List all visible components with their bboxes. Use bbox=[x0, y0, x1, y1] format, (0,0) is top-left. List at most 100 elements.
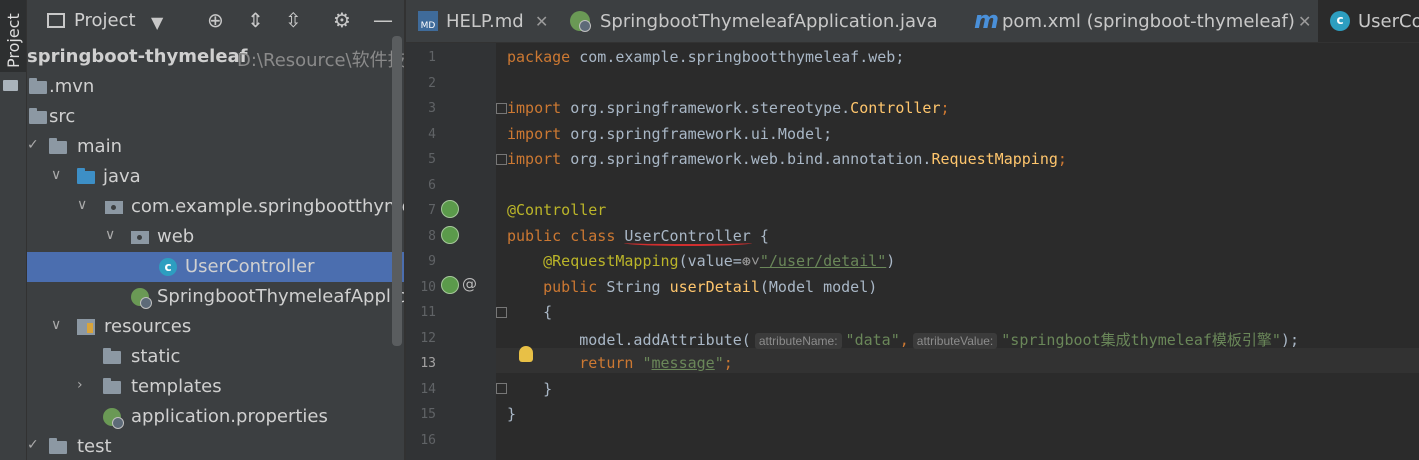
tree-item-web[interactable]: ∨ web bbox=[27, 222, 404, 252]
tree-item-test[interactable]: ✓ test bbox=[27, 432, 404, 460]
keyword: public bbox=[543, 278, 598, 296]
tab-application-java[interactable]: SpringbootThymeleafApplication.java bbox=[558, 0, 958, 42]
chevron-down-icon[interactable]: ∨ bbox=[51, 167, 61, 183]
minimize-icon[interactable]: — bbox=[373, 9, 393, 31]
brace: } bbox=[543, 380, 553, 398]
tree-item-resources[interactable]: ∨ resources bbox=[27, 312, 404, 342]
tab-pom-xml[interactable]: m pom.xml (springboot-thymeleaf) ✕ bbox=[962, 0, 1318, 42]
project-panel: Project ▼ ⊕ ⇕ ⇳ ⚙ — springboot-thymeleaf… bbox=[27, 0, 404, 460]
resources-folder-icon bbox=[77, 319, 95, 335]
string-literal[interactable]: "/user/detail" bbox=[760, 252, 886, 270]
import-class: RequestMapping bbox=[931, 150, 1058, 168]
tree-item-mvn[interactable]: .mvn bbox=[27, 72, 404, 102]
maven-icon: m bbox=[974, 6, 1000, 34]
code-line-7: @Controller bbox=[507, 201, 606, 219]
tree-item-templates[interactable]: › templates bbox=[27, 372, 404, 402]
call: model.addAttribute( bbox=[579, 331, 751, 349]
code-line-5: import org.springframework.web.bind.anno… bbox=[507, 150, 1067, 168]
project-tab-label: Project bbox=[4, 13, 23, 68]
markdown-icon: MD bbox=[418, 11, 438, 31]
tree-item-src[interactable]: src bbox=[27, 102, 404, 132]
folder-icon bbox=[49, 138, 67, 154]
globe-icon[interactable]: ⊛˅ bbox=[742, 252, 760, 270]
chevron-down-icon[interactable]: ✓ bbox=[27, 437, 39, 453]
fold-marker-icon[interactable] bbox=[496, 383, 507, 394]
tree-item-usercontroller[interactable]: c UserController bbox=[27, 252, 404, 282]
code-editor[interactable]: 1 2 3 4 5 6 7 8 9 10 11 12 13 14 15 16 @ package com.ex… bbox=[406, 43, 1419, 460]
line-number: 16 bbox=[420, 432, 436, 448]
line-number: 14 bbox=[420, 381, 436, 397]
keyword: import bbox=[507, 125, 562, 143]
project-scrollbar[interactable] bbox=[392, 36, 402, 346]
import-class: Controller bbox=[850, 99, 941, 117]
args: (value= bbox=[678, 252, 742, 270]
tree-item-label: resources bbox=[104, 316, 192, 337]
code-line-4: import org.springframework.ui.Model; bbox=[507, 125, 832, 143]
line-number: 5 bbox=[428, 152, 436, 167]
project-view-icon bbox=[47, 13, 65, 28]
tab-label: UserCo bbox=[1358, 11, 1419, 32]
import-path: org.springframework.web.bind.annotation. bbox=[561, 150, 932, 168]
tree-item-application-class[interactable]: SpringbootThymeleafApplica bbox=[27, 282, 404, 312]
tree-item-java[interactable]: ∨ java bbox=[27, 162, 404, 192]
chevron-down-icon[interactable]: ∨ bbox=[77, 197, 87, 213]
close-icon[interactable]: ✕ bbox=[1298, 12, 1311, 31]
project-tool-tab[interactable]: Project bbox=[0, 0, 26, 72]
string-literal: "springboot集成thymeleaf模板引擎" bbox=[1001, 331, 1281, 349]
brace: } bbox=[507, 405, 517, 423]
tree-item-label: templates bbox=[131, 376, 222, 397]
project-view-title[interactable]: Project bbox=[74, 10, 136, 31]
tree-item-label: src bbox=[49, 106, 76, 127]
chevron-down-icon[interactable]: ∨ bbox=[105, 227, 115, 243]
folder-icon bbox=[29, 108, 47, 124]
tree-item-static[interactable]: static bbox=[27, 342, 404, 372]
semicolon: ; bbox=[723, 354, 733, 372]
chevron-down-icon[interactable]: ∨ bbox=[51, 317, 61, 333]
gear-icon[interactable]: ⚙ bbox=[333, 9, 351, 31]
call-end: ); bbox=[1280, 331, 1299, 349]
folder-icon bbox=[29, 78, 47, 94]
at-sign-icon[interactable]: @ bbox=[462, 275, 477, 293]
line-number: 4 bbox=[428, 126, 436, 142]
annotation: @RequestMapping bbox=[543, 252, 679, 270]
locate-icon[interactable]: ⊕ bbox=[207, 9, 224, 31]
return-type: String bbox=[597, 278, 670, 296]
tree-item-package[interactable]: ∨ com.example.springbootthymel bbox=[27, 192, 404, 222]
line-number: 6 bbox=[428, 177, 436, 193]
chevron-right-icon[interactable]: › bbox=[77, 377, 83, 393]
tab-label: HELP.md bbox=[446, 11, 524, 32]
tab-help-md[interactable]: MD HELP.md ✕ bbox=[406, 0, 556, 42]
fold-marker-icon[interactable] bbox=[496, 103, 507, 114]
tree-item-project-root[interactable]: springboot-thymeleaf D:\Resource\软件技术 bbox=[27, 42, 404, 72]
line-number: 1 bbox=[428, 50, 436, 65]
tree-item-label: static bbox=[131, 346, 181, 367]
line-number: 12 bbox=[420, 330, 436, 346]
spring-bean-icon[interactable] bbox=[441, 226, 459, 244]
project-path: D:\Resource\软件技术 bbox=[237, 50, 404, 71]
chevron-down-icon[interactable]: ✓ bbox=[27, 137, 39, 153]
code-line-12: model.addAttribute(attributeName: "data",… bbox=[507, 329, 1299, 350]
collapse-all-icon[interactable]: ⇳ bbox=[285, 9, 302, 31]
tree-item-application-properties[interactable]: application.properties bbox=[27, 402, 404, 432]
fold-marker-icon[interactable] bbox=[496, 307, 507, 318]
code-line-10: public String userDetail(Model model) bbox=[507, 278, 877, 296]
expand-all-icon[interactable]: ⇕ bbox=[247, 9, 264, 31]
code-line-11: { bbox=[507, 303, 552, 321]
tree-item-label: springboot-thymeleaf bbox=[27, 46, 248, 67]
spring-bean-icon[interactable] bbox=[441, 200, 459, 218]
params: (Model model) bbox=[759, 278, 878, 296]
error-underline bbox=[624, 240, 752, 246]
tree-item-main[interactable]: ✓ main bbox=[27, 132, 404, 162]
close-icon[interactable]: ✕ bbox=[535, 12, 548, 31]
brace: { bbox=[750, 227, 769, 245]
project-toolbar: Project ▼ ⊕ ⇕ ⇳ ⚙ — bbox=[27, 0, 404, 42]
string-literal[interactable]: message bbox=[652, 354, 715, 372]
semicolon: ; bbox=[940, 99, 950, 117]
spring-mapping-icon[interactable] bbox=[441, 276, 459, 294]
tab-usercontroller[interactable]: c UserCo bbox=[1318, 0, 1419, 42]
import-path: org.springframework.stereotype. bbox=[561, 99, 851, 117]
fold-marker-icon[interactable] bbox=[496, 154, 507, 165]
package-icon bbox=[105, 201, 123, 214]
chevron-down-icon[interactable]: ▼ bbox=[151, 12, 163, 34]
comma: , bbox=[899, 331, 909, 349]
